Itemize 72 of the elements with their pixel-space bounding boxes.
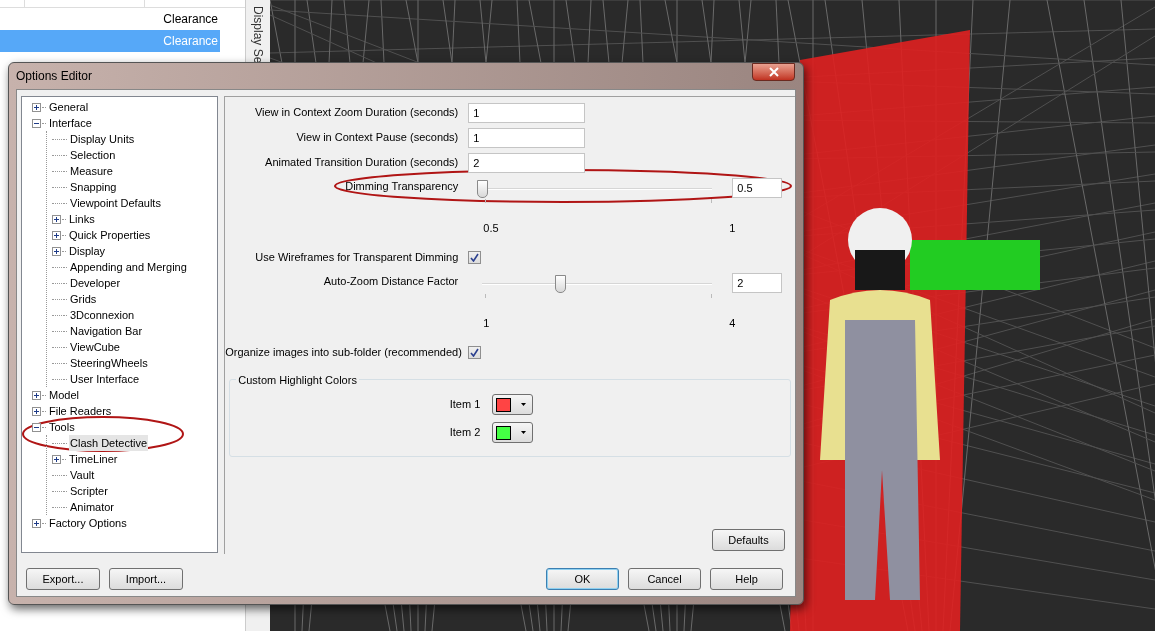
dialog-button[interactable]: Cancel (628, 568, 701, 590)
tree-item[interactable]: General (48, 98, 90, 116)
expand-icon[interactable] (32, 518, 41, 528)
tree-item[interactable]: Scripter (69, 482, 109, 500)
tree-item[interactable]: Animator (69, 498, 116, 516)
color-picker-button[interactable] (492, 422, 534, 443)
checkbox[interactable] (468, 346, 482, 359)
caret-icon (521, 403, 527, 406)
field-label: Auto-Zoom Distance Factor (322, 274, 460, 289)
number-field[interactable]: 1 (468, 102, 586, 123)
tree-item[interactable]: User Interface (69, 370, 141, 388)
expand-icon[interactable] (52, 214, 61, 224)
tree-item[interactable]: Navigation Bar (69, 322, 144, 340)
tree-item[interactable]: ViewCube (69, 338, 121, 356)
dialog-button[interactable]: OK (546, 568, 619, 590)
expand-icon[interactable] (52, 230, 61, 240)
value-field[interactable]: 2 (732, 273, 783, 293)
color-label: Item 1 (448, 397, 481, 413)
tree-item[interactable]: Selection (69, 146, 117, 164)
field-label: View in Context Zoom Duration (seconds) (253, 105, 460, 121)
field-label: View in Context Pause (seconds) (295, 130, 460, 146)
number-field[interactable]: 1 (468, 127, 586, 148)
tree-item[interactable]: Measure (69, 162, 114, 180)
field-label: Organize images into sub-folder (recommended) (225, 345, 463, 361)
tree-item[interactable]: Quick Properties (68, 226, 152, 244)
field-label: Dimming Transparency (344, 179, 460, 194)
slider-thumb[interactable] (555, 275, 567, 293)
dialog-button[interactable]: Import... (109, 568, 183, 590)
min-label: 1 (483, 316, 490, 331)
dialog-button[interactable]: Export... (26, 568, 100, 590)
tree-item[interactable]: Developer (69, 274, 122, 292)
close-button[interactable] (752, 63, 795, 81)
tree-item[interactable]: Tools (48, 418, 76, 436)
color-picker-button[interactable] (492, 394, 534, 415)
expand-icon[interactable] (52, 246, 61, 256)
tree-item[interactable]: Display Units (69, 130, 136, 148)
slider-thumb[interactable] (477, 180, 489, 198)
tree-item[interactable]: Vault (69, 466, 96, 484)
min-label: 0.5 (483, 221, 499, 236)
expand-icon[interactable] (32, 390, 41, 400)
tree-item[interactable]: Factory Options (48, 514, 128, 532)
color-label: Item 2 (448, 425, 481, 441)
tree-item[interactable]: SteeringWheels (69, 354, 149, 372)
field-label: Use Wireframes for Transparent Dimming (254, 250, 460, 266)
tree-item[interactable]: Display (68, 242, 107, 260)
defaults-button[interactable]: Defaults (712, 529, 785, 551)
expand-icon[interactable] (32, 406, 41, 416)
tree-item[interactable]: Grids (69, 290, 98, 308)
caret-icon (521, 431, 527, 434)
tree-item[interactable]: Links (68, 210, 96, 228)
expand-icon[interactable] (32, 102, 41, 112)
window-title: Options Editor (16, 68, 93, 85)
close-icon (768, 67, 779, 77)
value-field[interactable]: 0.5 (732, 178, 783, 198)
tree-item[interactable]: Model (48, 386, 80, 404)
tree-item[interactable]: Clash Detective (69, 434, 149, 452)
dialog-button[interactable]: Help (710, 568, 783, 590)
tree-item[interactable]: TimeLiner (68, 450, 119, 468)
checkbox[interactable] (468, 251, 482, 264)
tree-item[interactable]: Appending and Merging (69, 258, 188, 276)
max-label: 1 (729, 221, 736, 236)
max-label: 4 (729, 316, 736, 331)
number-field[interactable]: 2 (468, 152, 586, 173)
tree-item[interactable]: Viewpoint Defaults (69, 194, 162, 212)
expand-icon[interactable] (52, 454, 61, 464)
field-label: Animated Transition Duration (seconds) (264, 155, 460, 171)
tree-item[interactable]: 3Dconnexion (69, 306, 136, 324)
tree-item[interactable]: Snapping (69, 178, 118, 196)
collapse-icon[interactable] (32, 422, 41, 432)
tree-item[interactable]: File Readers (48, 402, 113, 420)
tree-item[interactable]: Interface (48, 114, 93, 132)
collapse-icon[interactable] (32, 118, 41, 128)
